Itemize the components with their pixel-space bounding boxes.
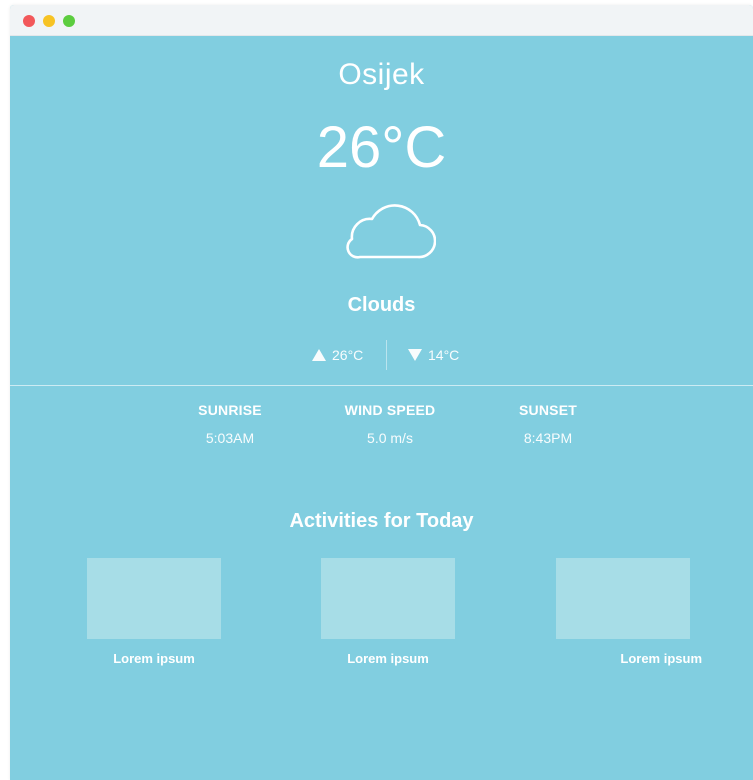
temperature-range: 26°C 14°C [10,340,753,370]
wind-speed-label: WIND SPEED [344,402,436,418]
low-temperature: 14°C [408,347,459,363]
sunrise-value: 5:03AM [205,430,255,446]
maximize-window-button[interactable] [63,15,75,27]
weather-panel: Osijek 26°C Clouds 26°C 14°C SUNRISE 5:0… [10,36,753,780]
sunrise-stat: SUNRISE 5:03AM [160,402,300,446]
activity-card[interactable]: Lorem ipsum [556,558,702,666]
activity-image-placeholder[interactable] [556,558,690,639]
activity-card[interactable]: Lorem ipsum [87,558,221,666]
activity-label[interactable]: Lorem ipsum [556,651,702,666]
wind-speed-stat: WIND SPEED 5.0 m/s [320,402,460,446]
cloud-icon [346,204,436,259]
low-temperature-value: 14°C [428,347,460,363]
close-window-button[interactable] [23,15,35,27]
activity-card[interactable]: Lorem ipsum [321,558,455,666]
activity-image-placeholder[interactable] [87,558,221,639]
sunset-stat: SUNSET 8:43PM [478,402,618,446]
sunset-label: SUNSET [519,402,577,418]
minimize-window-button[interactable] [43,15,55,27]
high-temperature: 26°C [312,347,363,363]
current-temperature: 26°C [316,115,447,180]
activity-label[interactable]: Lorem ipsum [321,651,455,666]
arrow-down-icon [408,349,422,361]
arrow-up-icon [312,349,326,361]
title-bar [10,5,753,36]
city-name: Osijek [338,58,425,91]
activity-image-placeholder[interactable] [321,558,455,639]
wind-speed-value: 5.0 m/s [367,430,413,446]
weather-condition: Clouds [347,294,416,316]
activity-label[interactable]: Lorem ipsum [87,651,221,666]
section-divider [10,385,753,386]
sunrise-label: SUNRISE [198,402,262,418]
activities-heading: Activities for Today [289,510,474,532]
app-window: Osijek 26°C Clouds 26°C 14°C SUNRISE 5:0… [10,5,753,780]
sunset-value: 8:43PM [523,430,573,446]
high-temperature-value: 26°C [332,347,364,363]
temperature-divider [386,340,387,370]
